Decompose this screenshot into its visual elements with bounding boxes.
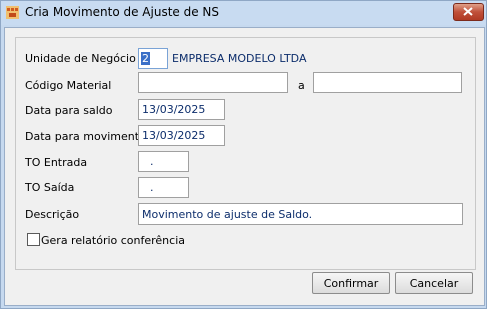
material-range-separator: a — [298, 79, 305, 92]
unit-label: Unidade de Negócio — [25, 52, 136, 65]
to-entrada-label: TO Entrada — [25, 156, 88, 169]
unit-code-input[interactable]: 2 — [138, 48, 168, 69]
saldo-date-label: Data para saldo — [25, 104, 113, 117]
description-input[interactable]: Movimento de ajuste de Saldo. — [138, 203, 463, 225]
unit-code-value: 2 — [141, 52, 150, 65]
to-saida-label: TO Saída — [25, 181, 75, 194]
window-title: Cria Movimento de Ajuste de NS — [25, 5, 220, 19]
to-entrada-input[interactable]: . — [138, 151, 189, 172]
to-saida-input[interactable]: . — [138, 177, 189, 198]
app-icon — [6, 6, 19, 19]
dialog-window: Cria Movimento de Ajuste de NS — [0, 0, 487, 309]
material-label: Código Material — [25, 79, 112, 92]
report-checkbox[interactable] — [27, 233, 40, 246]
report-checkbox-label[interactable]: Gera relatório conferência — [41, 234, 185, 247]
material-to-input[interactable] — [313, 72, 462, 93]
mov-date-label: Data para movimentos — [25, 130, 152, 143]
description-label: Descrição — [25, 208, 80, 221]
confirm-button[interactable]: Confirmar — [312, 272, 390, 294]
unit-name: EMPRESA MODELO LTDA — [172, 52, 307, 65]
mov-date-input[interactable]: 13/03/2025 — [138, 125, 225, 146]
cancel-button[interactable]: Cancelar — [395, 272, 473, 294]
saldo-date-input[interactable]: 13/03/2025 — [138, 99, 225, 120]
material-from-input[interactable] — [138, 72, 288, 93]
close-button[interactable] — [453, 3, 484, 21]
title-bar[interactable]: Cria Movimento de Ajuste de NS — [1, 1, 486, 25]
close-icon — [463, 7, 473, 16]
